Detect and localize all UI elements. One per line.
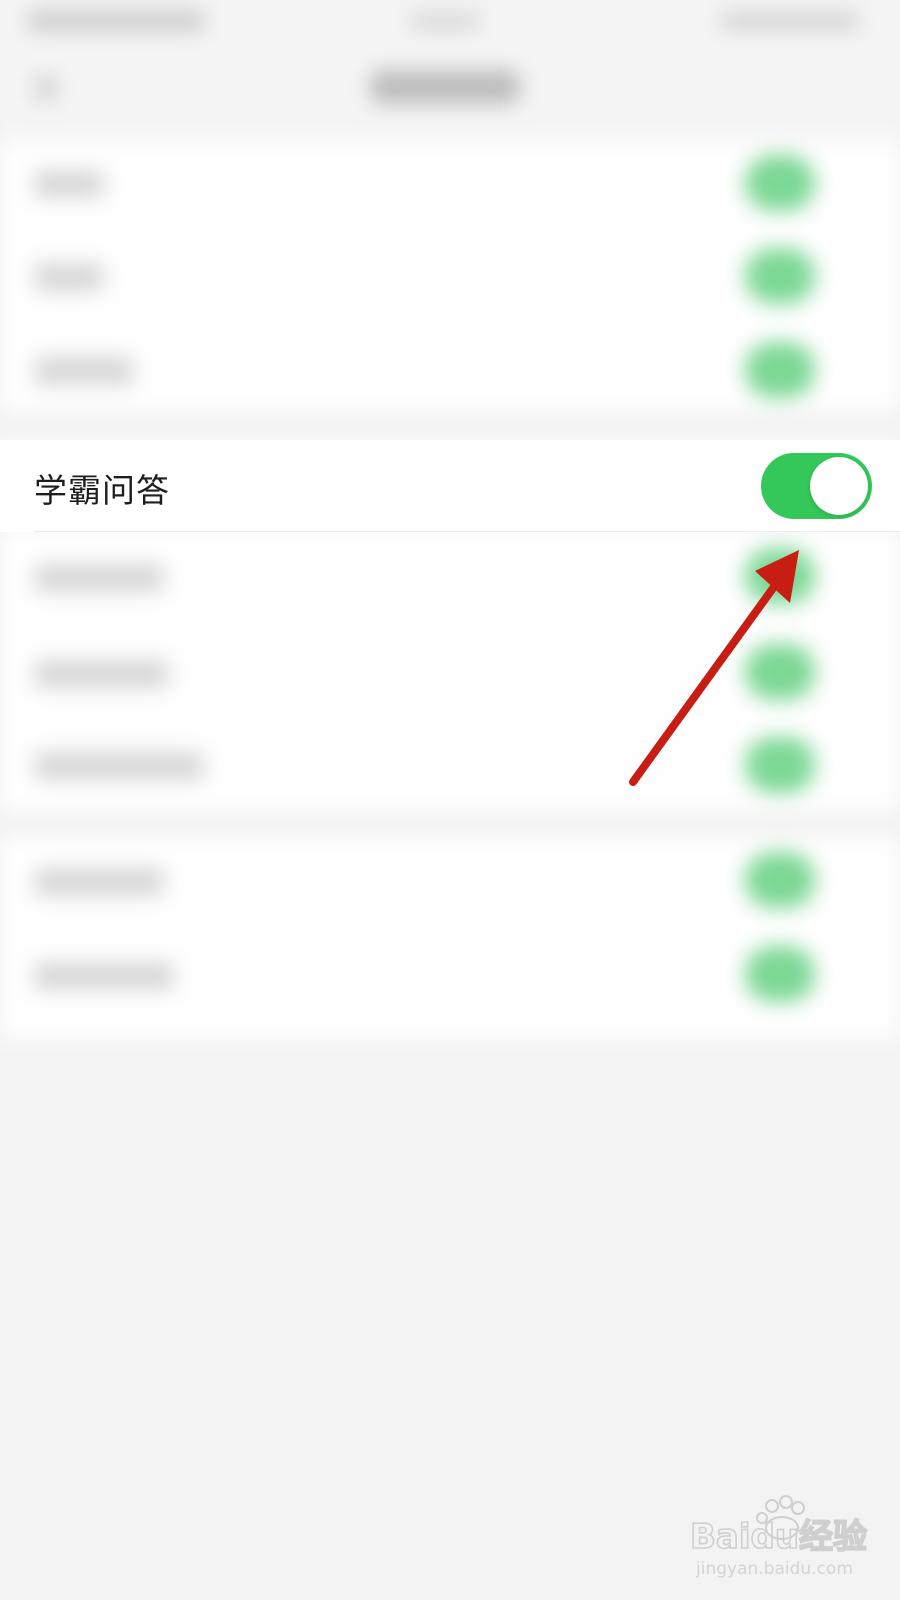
blurred-row-label: [34, 752, 204, 780]
blurred-section-separator: [0, 815, 900, 833]
blurred-section-separator: [0, 415, 900, 433]
blurred-settings-background: [0, 0, 900, 1600]
blurred-row-label: [34, 170, 104, 198]
setting-label: 学霸问答: [34, 471, 170, 510]
blurred-toggle: [745, 155, 815, 211]
blurred-row-label: [34, 263, 104, 291]
toggle-knob: [810, 457, 868, 515]
row-divider: [34, 531, 900, 532]
blurred-toggle: [745, 248, 815, 304]
watermark-brand: Baidu经验: [690, 1517, 867, 1557]
blurred-row-label: [34, 357, 134, 385]
blurred-toggle: [745, 342, 815, 398]
blurred-toggle: [745, 644, 815, 700]
blurred-row-label: [34, 962, 174, 990]
watermark-url: jingyan.baidu.com: [695, 1559, 853, 1579]
blurred-toggle: [745, 946, 815, 1002]
blurred-status-bar-right: [720, 12, 860, 30]
blurred-status-bar-center: [410, 12, 480, 30]
blurred-toggle: [745, 852, 815, 908]
watermark-paw-icon: [765, 1499, 779, 1513]
setting-toggle-switch[interactable]: [761, 453, 872, 519]
baidu-jingyan-watermark: Baidu经验 jingyan.baidu.com: [690, 1495, 868, 1579]
blurred-page-title: [370, 70, 520, 104]
blurred-toggle: [745, 737, 815, 793]
blurred-toggle: [745, 548, 815, 604]
blurred-row-label: [34, 660, 169, 688]
setting-row-xueba-qa[interactable]: 学霸问答: [0, 440, 900, 532]
blurred-back-icon: [36, 76, 56, 100]
blurred-row-label: [34, 868, 164, 896]
blurred-row-label: [34, 564, 164, 592]
blurred-status-bar-left: [26, 10, 206, 32]
